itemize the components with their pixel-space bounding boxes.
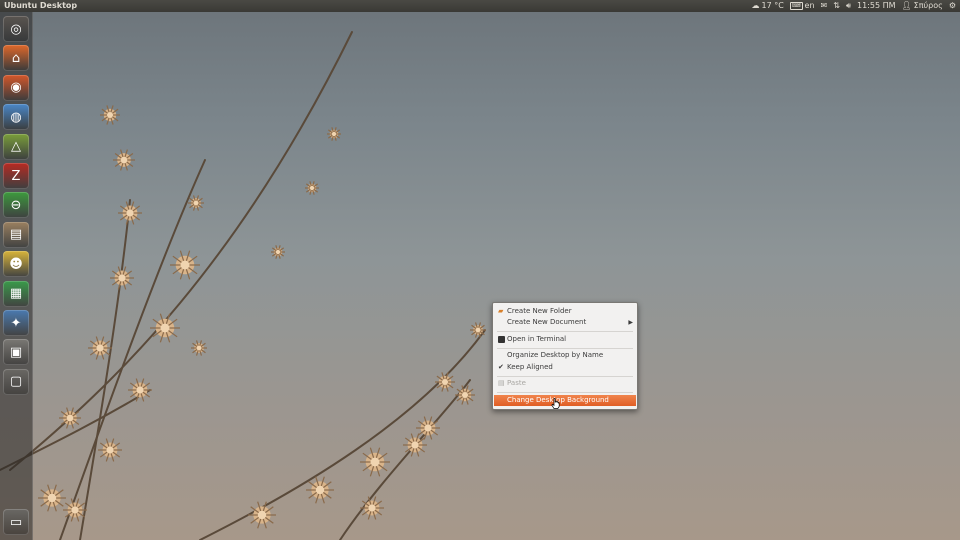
launcher-item-workspace-switcher[interactable]: ▢	[3, 368, 29, 395]
flower-head	[360, 496, 384, 520]
menu-separator	[497, 348, 633, 349]
flower-head	[248, 501, 276, 529]
top-panel: Ubuntu Desktop ☁ 17 °C ⌨ en ✉ ⇅ 🔊︎ 11:55…	[0, 0, 960, 12]
launcher-item-draw-app[interactable]: △	[3, 133, 29, 160]
flower-head	[455, 385, 475, 405]
pet-icon: ☻	[9, 256, 23, 272]
menu-item-label: Create New Document	[507, 318, 587, 326]
menu-separator	[497, 392, 633, 393]
user-name: Σπύρος	[913, 1, 943, 10]
launcher-item-trash[interactable]: ▭	[3, 509, 29, 535]
sound-indicator[interactable]: 🔊︎	[846, 0, 851, 12]
flower-head	[100, 105, 120, 125]
launcher: ◎ ⌂ ◉ ◍ △ Z ⊖ ▤ ☻ ▦ ✦ ▣ ▢ ▭	[0, 12, 33, 540]
indicator-area: ☁ 17 °C ⌨ en ✉ ⇅ 🔊︎ 11:55 ΠΜ 👤︎ Σπύρος ⚙	[752, 0, 956, 12]
cloud-icon: ☁	[751, 1, 760, 10]
launcher-item-screenshot[interactable]: ▣	[3, 339, 29, 366]
network-icon: ⇅	[833, 1, 840, 10]
menu-item-paste[interactable]: ▤ Paste	[494, 378, 636, 389]
launcher-item-firefox[interactable]: ◉	[3, 74, 29, 101]
active-app-title: Ubuntu Desktop	[4, 1, 78, 10]
clock-indicator[interactable]: 11:55 ΠΜ	[857, 0, 896, 12]
ubuntu-logo-icon: ◎	[10, 21, 22, 37]
messaging-indicator[interactable]: ✉	[821, 0, 828, 12]
flower-head	[170, 250, 200, 280]
menu-separator	[497, 331, 633, 332]
gear-icon: ⚙	[948, 1, 956, 10]
menu-item-label: Open in Terminal	[507, 335, 567, 343]
draw-icon: △	[11, 139, 21, 155]
flower-head	[113, 149, 135, 171]
flower-head	[188, 195, 204, 211]
weather-indicator[interactable]: ☁ 17 °C	[752, 0, 784, 12]
firefox-icon: ◉	[10, 80, 22, 96]
checkmark-icon: ✔	[498, 363, 504, 371]
branch-stem	[339, 379, 471, 540]
chromium-icon: ◍	[10, 109, 22, 125]
launcher-item-spreadsheet[interactable]: ▦	[3, 280, 29, 307]
hand-cursor-icon	[551, 398, 560, 409]
folder-icon: ⌂	[11, 50, 21, 66]
sync-icon: ⊖	[10, 197, 22, 213]
menu-item-label: Create New Folder	[507, 307, 572, 315]
branch-stem	[79, 199, 131, 540]
flower-head	[191, 340, 207, 356]
session-indicator[interactable]: ⚙	[949, 0, 956, 12]
menu-item-label: Keep Aligned	[507, 363, 553, 371]
launcher-item-archive-manager[interactable]: ▤	[3, 221, 29, 248]
user-icon: 👤︎	[901, 1, 912, 10]
menu-item-open-terminal[interactable]: Open in Terminal	[494, 334, 636, 345]
flower-head	[38, 484, 66, 512]
flower-head	[360, 447, 390, 477]
flower-head	[306, 476, 334, 504]
menu-item-label: Organize Desktop by Name	[507, 351, 604, 359]
menu-item-label: Paste	[507, 379, 526, 387]
flower-head	[470, 322, 486, 338]
desktop-context-menu: ▰ Create New Folder Create New Document …	[492, 302, 638, 410]
menu-item-change-background[interactable]: Change Desktop Background	[494, 395, 636, 406]
weather-text: 17 °C	[761, 1, 784, 10]
launcher-item-chromium[interactable]: ◍	[3, 104, 29, 131]
tools-icon: ✦	[10, 315, 22, 331]
keyboard-layout: en	[804, 1, 815, 10]
launcher-item-system-tool[interactable]: ✦	[3, 310, 29, 336]
launcher-item-sync-app[interactable]: ⊖	[3, 192, 29, 219]
archive-icon: ▤	[9, 227, 23, 243]
launcher-item-filezilla[interactable]: Z	[3, 163, 29, 189]
menu-item-create-document[interactable]: Create New Document ▶	[494, 317, 636, 328]
flower-head	[88, 336, 112, 360]
menu-separator	[497, 376, 633, 377]
mail-icon: ✉	[820, 1, 828, 10]
menu-item-organize[interactable]: Organize Desktop by Name	[494, 350, 636, 361]
keyboard-indicator[interactable]: ⌨ en	[789, 0, 815, 12]
launcher-item-pet-app[interactable]: ☻	[3, 251, 29, 278]
flower-head	[305, 181, 319, 195]
spreadsheet-icon: ▦	[9, 286, 23, 302]
flower-head	[327, 127, 341, 141]
user-indicator[interactable]: 👤︎ Σπύρος	[902, 0, 943, 12]
terminal-icon	[498, 336, 505, 343]
flower-head	[271, 245, 285, 259]
folder-icon: ▰	[498, 307, 504, 315]
flower-head	[128, 378, 152, 402]
menu-item-keep-aligned[interactable]: ✔ Keep Aligned	[494, 362, 636, 373]
workspace-icon: ▢	[9, 374, 23, 390]
camera-icon: ▣	[9, 344, 23, 360]
menu-item-create-folder[interactable]: ▰ Create New Folder	[494, 306, 636, 317]
network-indicator[interactable]: ⇅	[833, 0, 840, 12]
flower-head	[150, 313, 180, 343]
desktop-wallpaper	[0, 31, 486, 540]
clock-text: 11:55 ΠΜ	[856, 1, 896, 10]
trash-icon: ▭	[9, 514, 23, 530]
branch-stem	[199, 329, 486, 540]
flower-head	[98, 438, 122, 462]
filezilla-icon: Z	[11, 168, 21, 184]
keyboard-icon: ⌨	[789, 2, 803, 10]
volume-icon: 🔊︎	[845, 1, 851, 10]
submenu-arrow-icon: ▶	[628, 319, 633, 326]
launcher-item-dash[interactable]: ◎	[3, 16, 29, 42]
paste-icon: ▤	[498, 379, 505, 387]
launcher-item-home-folder[interactable]: ⌂	[3, 45, 29, 72]
